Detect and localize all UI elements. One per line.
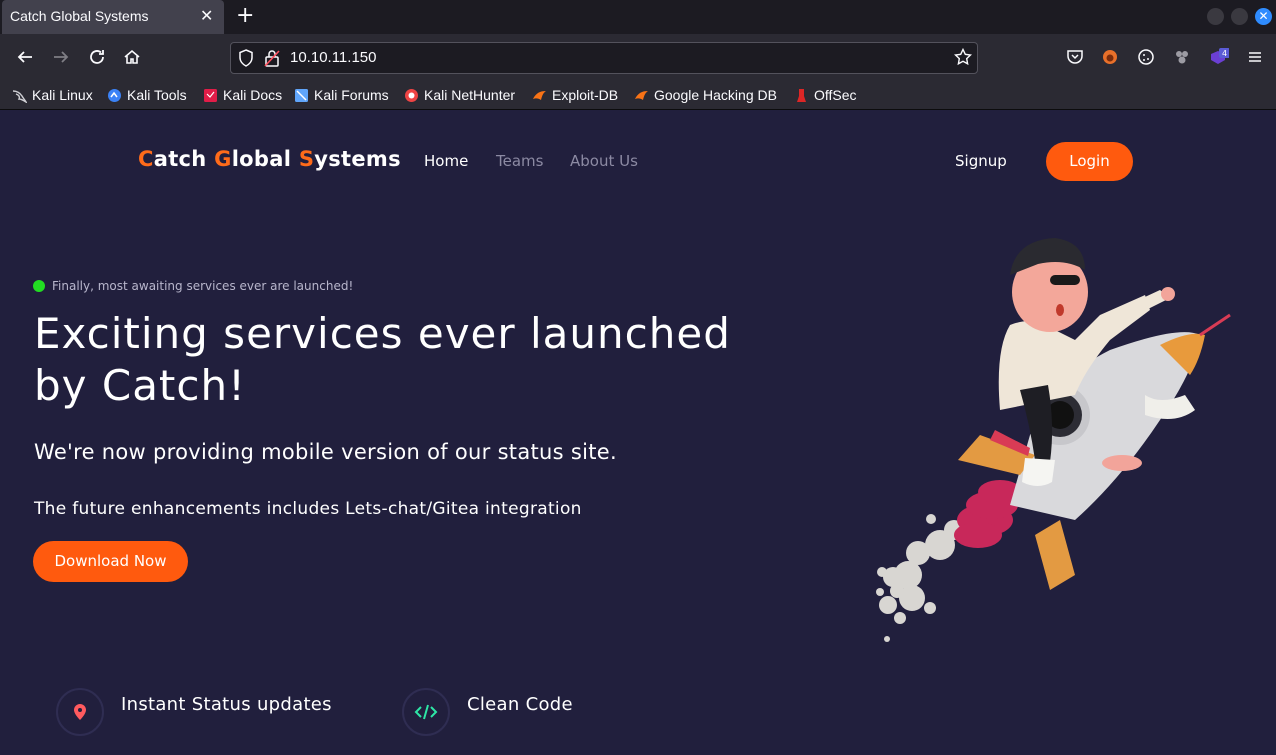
bookmark-kali-linux[interactable]: Kali Linux [12, 85, 93, 105]
bookmark-label: Kali Docs [223, 87, 283, 103]
bookmark-label: Kali Tools [127, 87, 187, 103]
tab-title: Catch Global Systems [10, 8, 149, 24]
bookmark-kali-forums[interactable]: Kali Forums [294, 85, 389, 105]
bookmark-google-hacking-db[interactable]: Google Hacking DB [634, 85, 777, 105]
nethunter-icon [404, 88, 419, 103]
hero-headline: Exciting services ever launched by Catch… [34, 309, 731, 410]
bookmark-label: Exploit-DB [552, 87, 619, 103]
web-page: Catch Global Systems Home Teams About Us… [0, 110, 1276, 755]
bookmark-label: Kali Forums [314, 87, 389, 103]
home-icon[interactable] [123, 48, 141, 71]
feature-icon-circle [402, 688, 450, 736]
shield-icon[interactable] [238, 49, 254, 72]
rocket-rider-illustration [876, 238, 1231, 642]
announcement-text: Finally, most awaiting services ever are… [52, 279, 354, 293]
feature-icon-circle [56, 688, 104, 736]
nav-link-home[interactable]: Home [424, 152, 468, 170]
bookmark-label: OffSec [814, 87, 857, 103]
kali-docs-icon [203, 88, 218, 103]
bookmark-label: Google Hacking DB [654, 87, 777, 103]
site-brand-logo[interactable]: Catch Global Systems [138, 147, 401, 171]
login-button[interactable]: Login [1046, 142, 1133, 181]
bookmark-exploit-db[interactable]: Exploit-DB [532, 85, 618, 105]
insecure-lock-icon[interactable] [264, 49, 280, 72]
window-close-button[interactable]: ✕ [1255, 8, 1272, 25]
hero-subheading: We're now providing mobile version of ou… [34, 440, 617, 464]
bookmark-kali-nethunter[interactable]: Kali NetHunter [404, 85, 515, 105]
rocket-exhaust [954, 480, 1022, 548]
bookmark-label: Kali NetHunter [424, 87, 516, 103]
cookie-icon[interactable] [1137, 48, 1155, 71]
signup-link[interactable]: Signup [955, 152, 1007, 170]
reload-icon[interactable] [88, 48, 106, 71]
url-text[interactable]: 10.10.11.150 [290, 49, 376, 66]
exploitdb-icon [532, 88, 547, 103]
feature-title: Instant Status updates [121, 694, 332, 715]
hero-subheading-secondary: The future enhancements includes Lets-ch… [34, 499, 582, 519]
kali-dragon-icon [12, 88, 28, 104]
kali-forums-icon [294, 88, 309, 103]
bookmark-kali-tools[interactable]: Kali Tools [107, 85, 187, 105]
new-tab-button[interactable]: + [236, 3, 254, 29]
kali-tools-icon [107, 88, 122, 103]
tab-close-icon[interactable]: ✕ [200, 6, 213, 26]
feature-title: Clean Code [467, 694, 573, 715]
minimize-button[interactable] [1207, 8, 1224, 25]
map-pin-icon [74, 704, 86, 720]
extension-cube-icon[interactable]: 4 [1209, 48, 1230, 71]
extension-puzzle-icon[interactable] [1173, 48, 1191, 71]
ghdb-icon [634, 88, 649, 103]
bookmark-kali-docs[interactable]: Kali Docs [203, 85, 282, 105]
bookmark-star-icon[interactable] [953, 47, 973, 71]
back-icon[interactable] [16, 48, 34, 71]
status-dot [33, 280, 45, 292]
code-icon [414, 704, 438, 720]
smoke-puffs [876, 514, 964, 642]
offsec-icon [794, 88, 809, 103]
pocket-icon[interactable] [1066, 49, 1084, 70]
nav-link-teams[interactable]: Teams [496, 152, 543, 170]
bookmark-label: Kali Linux [32, 87, 93, 103]
nav-link-about-us[interactable]: About Us [570, 152, 638, 170]
extension-badge: 4 [1222, 49, 1227, 58]
download-now-button[interactable]: Download Now [33, 541, 188, 582]
maximize-button[interactable] [1231, 8, 1248, 25]
extension-fox-icon[interactable] [1101, 48, 1119, 71]
forward-icon[interactable] [52, 48, 70, 71]
bookmark-offsec[interactable]: OffSec [794, 85, 857, 105]
menu-icon[interactable] [1246, 48, 1264, 71]
